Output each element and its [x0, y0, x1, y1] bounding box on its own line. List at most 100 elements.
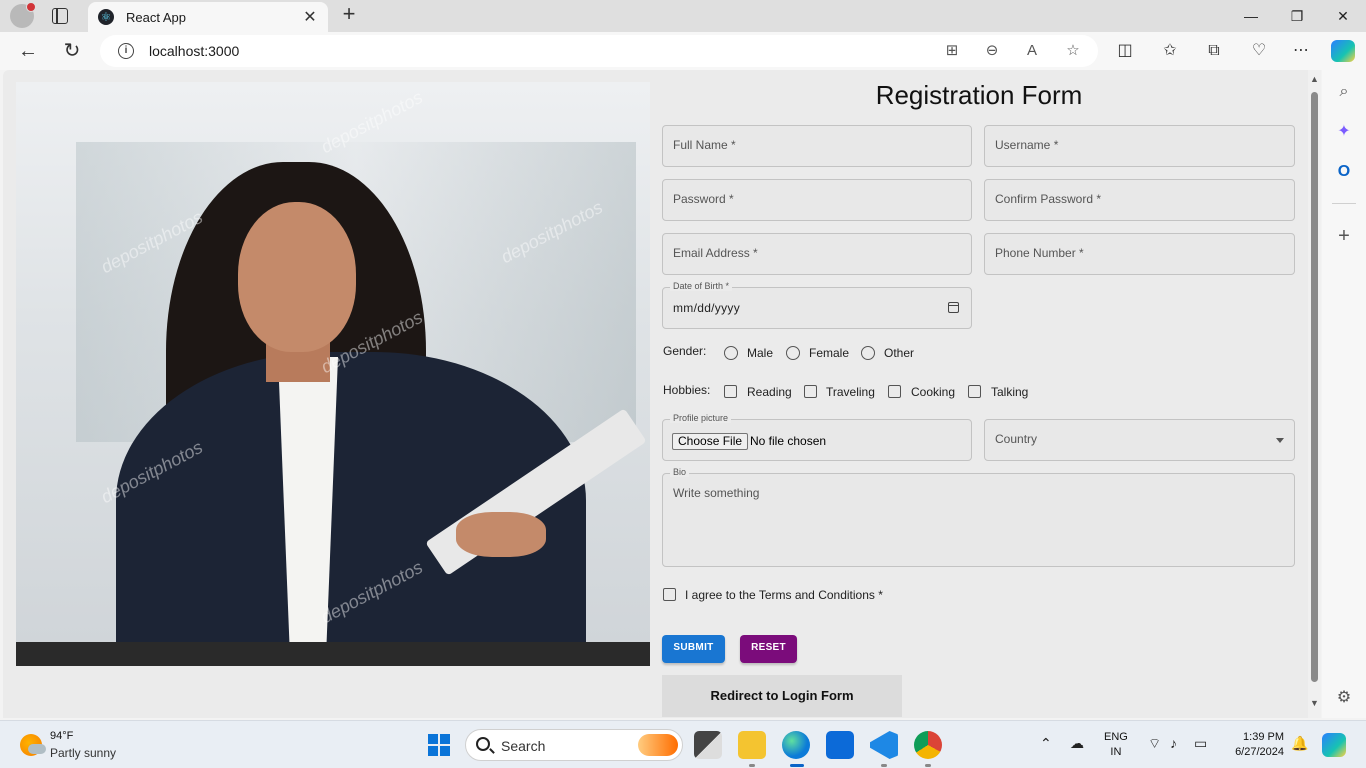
hobby-reading-label[interactable]: Reading	[747, 385, 792, 399]
chrome-icon[interactable]	[914, 731, 942, 759]
close-window-button[interactable]: ✕	[1320, 4, 1366, 28]
system-clock[interactable]: 1:39 PM 6/27/2024	[1222, 730, 1284, 760]
taskbar-search[interactable]: Search	[465, 729, 683, 761]
weather-temperature[interactable]: 94°F	[50, 730, 73, 742]
gender-male-label[interactable]: Male	[747, 346, 773, 360]
email-input[interactable]: Email Address *	[662, 233, 972, 275]
refresh-button[interactable]: ↻	[58, 38, 86, 64]
address-toolbar: ← ↻ i localhost:3000 ⊞ ⊖ A ☆ ◫ ✩ ⧉ ♡ ⋯	[0, 32, 1366, 70]
weather-icon[interactable]	[20, 734, 46, 756]
gender-male-radio[interactable]	[724, 346, 738, 360]
submit-button[interactable]: SUBMIT	[662, 635, 725, 663]
start-button[interactable]	[428, 734, 450, 756]
no-file-text: No file chosen	[750, 434, 827, 448]
gender-female-label[interactable]: Female	[809, 346, 849, 360]
bio-textarea[interactable]: Bio Write something	[662, 467, 1295, 567]
taskbar: 94°F Partly sunny Search ⌃ ☁ ENG IN ⌔ ♪ …	[0, 720, 1366, 768]
hobby-reading-checkbox[interactable]	[724, 385, 737, 398]
full-name-input[interactable]: Full Name *	[662, 125, 972, 167]
file-explorer-icon[interactable]	[738, 731, 766, 759]
volume-icon[interactable]: ♪	[1170, 735, 1177, 751]
more-menu-icon[interactable]: ⋯	[1290, 40, 1312, 62]
close-tab-icon[interactable]: ✕	[302, 7, 318, 27]
address-bar[interactable]: i localhost:3000 ⊞ ⊖ A ☆	[100, 35, 1098, 67]
choose-file-button[interactable]: Choose File	[672, 433, 749, 450]
add-app-icon[interactable]: +	[1334, 226, 1354, 246]
username-placeholder: Username *	[995, 138, 1059, 152]
microsoft-store-icon[interactable]	[826, 731, 854, 759]
hobby-talking-label[interactable]: Talking	[991, 385, 1028, 399]
terms-label[interactable]: I agree to the Terms and Conditions *	[685, 588, 883, 602]
gender-other-label[interactable]: Other	[884, 346, 914, 360]
weather-condition[interactable]: Partly sunny	[50, 746, 116, 760]
hobby-cooking-label[interactable]: Cooking	[911, 385, 955, 399]
hobby-traveling-checkbox[interactable]	[804, 385, 817, 398]
site-info-icon[interactable]: i	[118, 43, 134, 59]
collections-icon[interactable]: ⧉	[1203, 40, 1225, 62]
battery-icon[interactable]: ▭	[1194, 735, 1207, 752]
browser-essentials-icon[interactable]: ♡	[1248, 40, 1270, 62]
favorites-icon[interactable]: ✩	[1159, 40, 1181, 62]
notifications-bell-icon[interactable]: 🔔	[1291, 735, 1308, 752]
calendar-icon[interactable]	[948, 302, 959, 313]
settings-gear-icon[interactable]: ⚙	[1334, 688, 1354, 708]
minimize-button[interactable]: —	[1228, 4, 1274, 28]
confirm-password-input[interactable]: Confirm Password *	[984, 179, 1295, 221]
outlook-icon[interactable]: O	[1334, 162, 1354, 182]
split-screen-icon[interactable]: ◫	[1114, 40, 1136, 62]
dob-value: mm/dd/yyyy	[673, 301, 741, 315]
hobby-traveling-label[interactable]: Traveling	[826, 385, 875, 399]
react-favicon-icon: ⚛	[98, 9, 114, 25]
full-name-placeholder: Full Name *	[673, 138, 736, 152]
password-input[interactable]: Password *	[662, 179, 972, 221]
gender-female-radio[interactable]	[786, 346, 800, 360]
gender-other-radio[interactable]	[861, 346, 875, 360]
edge-sidebar: ⌕ ✦ O + ⚙	[1322, 70, 1366, 718]
scroll-down-arrow-icon[interactable]: ▼	[1310, 698, 1319, 708]
zoom-out-icon[interactable]: ⊖	[981, 40, 1003, 62]
new-tab-button[interactable]: +	[338, 3, 360, 26]
onedrive-icon[interactable]: ☁	[1070, 735, 1084, 752]
app-available-icon[interactable]: ⊞	[941, 40, 963, 62]
hobby-talking-checkbox[interactable]	[968, 385, 981, 398]
copilot-app-icon[interactable]: ✦	[1334, 122, 1354, 142]
copilot-icon[interactable]	[1331, 40, 1355, 62]
search-icon[interactable]: ⌕	[1334, 82, 1354, 102]
copilot-taskbar-icon[interactable]	[1322, 733, 1346, 757]
reset-button[interactable]: RESET	[740, 635, 797, 663]
email-placeholder: Email Address *	[673, 246, 758, 260]
phone-input[interactable]: Phone Number *	[984, 233, 1295, 275]
profile-avatar-icon[interactable]	[10, 2, 36, 28]
page-viewport: depositphotos depositphotos depositphoto…	[3, 70, 1321, 718]
page-scrollbar[interactable]: ▲ ▼	[1308, 70, 1321, 718]
back-button[interactable]: ←	[14, 38, 42, 64]
tab-actions-icon[interactable]	[52, 8, 68, 24]
redirect-login-button[interactable]: Redirect to Login Form	[662, 675, 902, 717]
hobby-cooking-checkbox[interactable]	[888, 385, 901, 398]
terms-checkbox[interactable]	[663, 588, 676, 601]
vscode-icon[interactable]	[870, 731, 898, 759]
read-aloud-icon[interactable]: A	[1021, 40, 1043, 62]
username-input[interactable]: Username *	[984, 125, 1295, 167]
dropdown-arrow-icon	[1276, 438, 1284, 443]
task-view-icon[interactable]	[694, 731, 722, 759]
phone-placeholder: Phone Number *	[995, 246, 1084, 260]
tab-title: React App	[126, 9, 186, 25]
browser-tab[interactable]: ⚛ React App ✕	[88, 2, 328, 32]
scroll-thumb[interactable]	[1311, 92, 1318, 682]
sidebar-divider	[1332, 203, 1356, 204]
favorite-star-icon[interactable]: ☆	[1062, 40, 1084, 62]
restore-button[interactable]: ❐	[1274, 4, 1320, 28]
show-hidden-icons-icon[interactable]: ⌃	[1040, 735, 1052, 752]
date-of-birth-input[interactable]: Date of Birth * mm/dd/yyyy	[662, 281, 972, 329]
url-text[interactable]: localhost:3000	[149, 43, 239, 59]
scroll-up-arrow-icon[interactable]: ▲	[1310, 74, 1319, 84]
language-indicator[interactable]: ENG IN	[1104, 730, 1128, 760]
tab-strip: ⚛ React App ✕ + — ❐ ✕	[0, 0, 1366, 32]
edge-icon[interactable]	[782, 731, 810, 759]
gender-label: Gender:	[663, 344, 707, 358]
wifi-icon[interactable]: ⌔	[1148, 735, 1161, 753]
country-select[interactable]: Country	[984, 419, 1295, 461]
profile-photo: depositphotos depositphotos depositphoto…	[16, 82, 650, 666]
search-icon	[476, 737, 490, 751]
